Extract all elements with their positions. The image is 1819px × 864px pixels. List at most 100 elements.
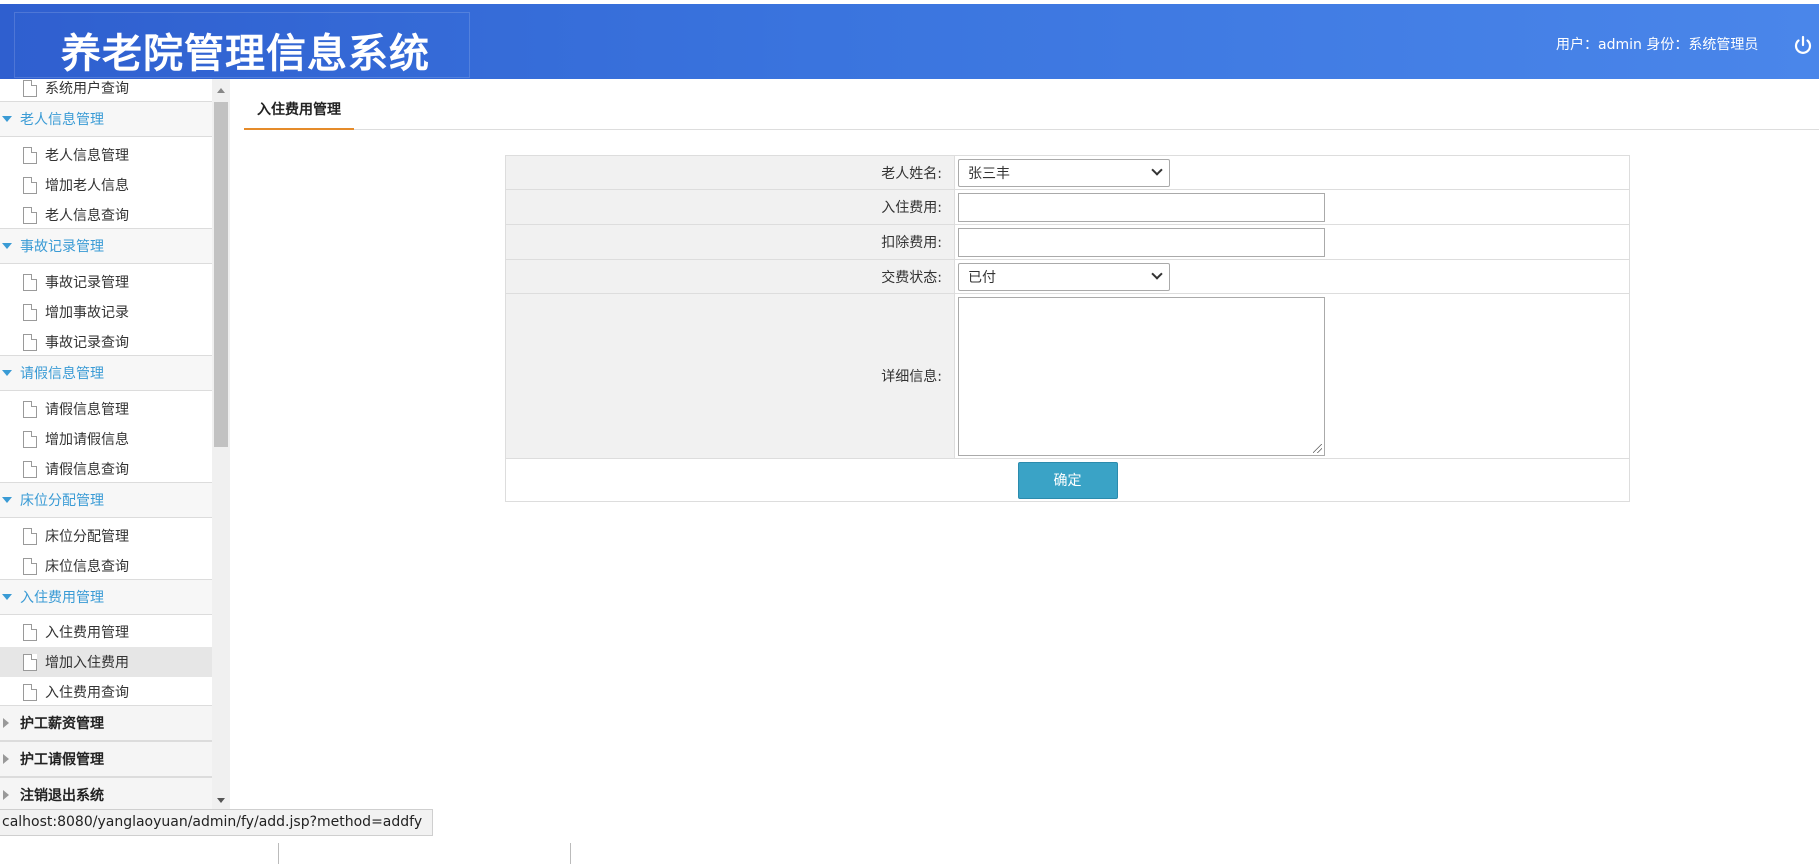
sidebar-group-nurse-leave[interactable]: 护工请假管理 (0, 741, 212, 777)
sidebar-group-nurse-salary[interactable]: 护工薪资管理 (0, 705, 212, 741)
sidebar-item-label: 老人信息管理 (45, 148, 129, 164)
app-header: 养老院管理信息系统 用户：admin 身份：系统管理员 (0, 4, 1819, 79)
sidebar-item-label: 入住费用管理 (45, 625, 129, 641)
checkin-fee-input[interactable] (958, 192, 1325, 222)
caret-down-icon (2, 594, 12, 600)
caret-down-icon (2, 497, 12, 503)
tab-bar: 入住费用管理 (244, 92, 1819, 130)
sidebar-group-label: 护工请假管理 (20, 752, 104, 768)
submit-button[interactable]: 确定 (1017, 461, 1118, 499)
pay-status-select[interactable]: 已付 (958, 262, 1170, 291)
sidebar-item-label: 增加事故记录 (45, 305, 129, 321)
document-icon (23, 400, 37, 418)
elder-name-selected: 张三丰 (968, 165, 1010, 182)
sidebar-group-label: 护工薪资管理 (20, 716, 104, 732)
sidebar-item-accident-add[interactable]: 增加事故记录 (0, 297, 212, 327)
power-icon[interactable] (1792, 34, 1814, 56)
app-title: 养老院管理信息系统 (61, 31, 430, 77)
tab-fee-management[interactable]: 入住费用管理 (244, 92, 354, 130)
caret-down-icon (2, 243, 12, 249)
document-icon (23, 333, 37, 351)
sidebar-group-leave[interactable]: 请假信息管理 (0, 355, 212, 391)
scroll-thumb[interactable] (214, 102, 228, 447)
caret-right-icon (3, 790, 9, 800)
sidebar-item-label: 事故记录管理 (45, 275, 129, 291)
sidebar-item-bed-query[interactable]: 床位信息查询 (0, 551, 212, 581)
sidebar-item-bed-manage[interactable]: 床位分配管理 (0, 521, 212, 551)
sidebar-group-logout[interactable]: 注销退出系统 (0, 777, 212, 809)
document-icon (23, 206, 37, 224)
document-icon (23, 623, 37, 641)
pay-status-selected: 已付 (968, 269, 996, 286)
sidebar-group-label: 请假信息管理 (20, 366, 104, 382)
sidebar-item-fee-query[interactable]: 入住费用查询 (0, 677, 212, 707)
sidebar-item-accident-query[interactable]: 事故记录查询 (0, 327, 212, 357)
sidebar-item-leave-add[interactable]: 增加请假信息 (0, 424, 212, 454)
elder-name-select[interactable]: 张三丰 (958, 158, 1170, 187)
sidebar-item-label: 请假信息查询 (45, 462, 129, 478)
sidebar-group-label: 注销退出系统 (20, 788, 104, 804)
chevron-down-icon (1151, 268, 1163, 280)
sidebar-item-label: 增加老人信息 (45, 178, 129, 194)
user-info: 用户：admin 身份：系统管理员 (1556, 37, 1759, 53)
sidebar-scrollbar[interactable] (212, 79, 230, 809)
sidebar-group-bed[interactable]: 床位分配管理 (0, 482, 212, 518)
document-icon (23, 303, 37, 321)
document-icon (23, 527, 37, 545)
sidebar-group-fee[interactable]: 入住费用管理 (0, 579, 212, 615)
resize-handle-icon[interactable] (1313, 443, 1322, 453)
caret-right-icon (3, 754, 9, 764)
document-icon (23, 146, 37, 164)
sidebar-item-leave-manage[interactable]: 请假信息管理 (0, 394, 212, 424)
sidebar-item-fee-manage[interactable]: 入住费用管理 (0, 617, 212, 647)
scroll-up-arrow-icon[interactable] (217, 88, 225, 93)
document-icon (23, 273, 37, 291)
sidebar-item-leave-query[interactable]: 请假信息查询 (0, 454, 212, 484)
detail-textarea[interactable] (958, 296, 1325, 456)
sidebar-item-label: 增加入住费用 (45, 655, 129, 671)
sidebar-group-accident[interactable]: 事故记录管理 (0, 228, 212, 264)
elder-name-label: 老人姓名: (505, 155, 955, 190)
bottom-strip (0, 840, 1819, 864)
scroll-down-arrow-icon[interactable] (217, 798, 225, 803)
pay-status-label: 交费状态: (505, 259, 955, 294)
sidebar-item-label: 床位信息查询 (45, 559, 129, 575)
sidebar-item-elder-add[interactable]: 增加老人信息 (0, 170, 212, 200)
sidebar-group-label: 事故记录管理 (20, 239, 104, 255)
document-icon (23, 683, 37, 701)
caret-down-icon (2, 370, 12, 376)
document-icon (23, 460, 37, 478)
document-icon (23, 176, 37, 194)
sidebar-item-label: 请假信息管理 (45, 402, 129, 418)
sidebar-item-user-query[interactable]: 系统用户查询 (0, 79, 212, 103)
sidebar-item-label: 系统用户查询 (45, 81, 129, 97)
checkin-fee-label: 入住费用: (505, 189, 955, 225)
sidebar-item-label: 老人信息查询 (45, 208, 129, 224)
sidebar-group-elder-info[interactable]: 老人信息管理 (0, 101, 212, 137)
deduct-fee-input[interactable] (958, 227, 1325, 257)
sidebar: 系统用户查询 老人信息管理 老人信息管理 增加老人信息 老人信息查询 事故记录管… (0, 79, 212, 809)
divider (278, 843, 279, 864)
divider (570, 843, 571, 864)
document-icon (23, 653, 37, 671)
sidebar-item-label: 入住费用查询 (45, 685, 129, 701)
fee-form: 老人姓名: 张三丰 入住费用: 扣除费用: 交费状态: 已付 详细信息: 确定 (505, 155, 1630, 502)
chevron-down-icon (1151, 164, 1163, 176)
document-icon (23, 79, 37, 97)
sidebar-item-label: 事故记录查询 (45, 335, 129, 351)
status-bar-url: calhost:8080/yanglaoyuan/admin/fy/add.js… (0, 809, 434, 836)
sidebar-item-label: 增加请假信息 (45, 432, 129, 448)
sidebar-item-elder-query[interactable]: 老人信息查询 (0, 200, 212, 230)
sidebar-group-label: 老人信息管理 (20, 112, 104, 128)
sidebar-item-elder-manage[interactable]: 老人信息管理 (0, 140, 212, 170)
sidebar-group-label: 入住费用管理 (20, 590, 104, 606)
detail-label: 详细信息: (505, 293, 955, 459)
sidebar-item-fee-add[interactable]: 增加入住费用 (0, 647, 212, 677)
caret-right-icon (3, 718, 9, 728)
sidebar-group-label: 床位分配管理 (20, 493, 104, 509)
document-icon (23, 557, 37, 575)
document-icon (23, 430, 37, 448)
deduct-fee-label: 扣除费用: (505, 224, 955, 260)
sidebar-item-accident-manage[interactable]: 事故记录管理 (0, 267, 212, 297)
sidebar-item-label: 床位分配管理 (45, 529, 129, 545)
